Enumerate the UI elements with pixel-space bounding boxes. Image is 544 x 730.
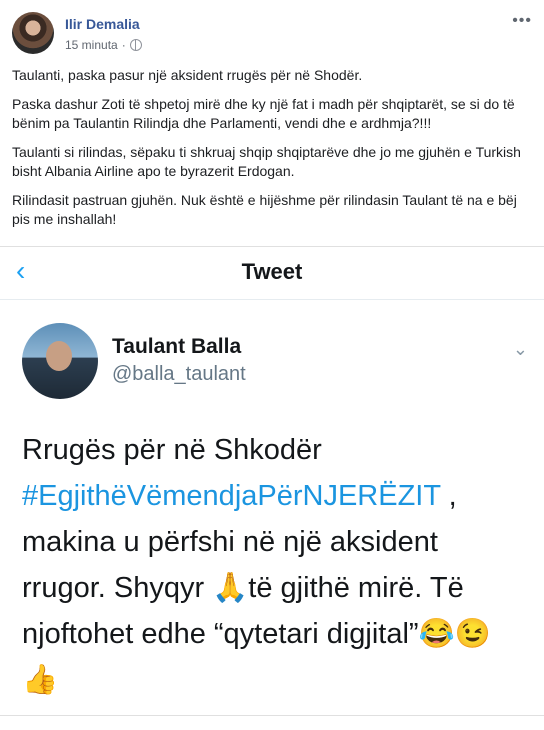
tweet-text: Rrugës për në Shkodër #EgjithëVëmendjaPë…: [22, 427, 522, 703]
divider: [0, 715, 544, 716]
post-time[interactable]: 15 minuta: [65, 38, 118, 52]
more-options-icon[interactable]: •••: [512, 12, 532, 30]
post-paragraph: Rilindasit pastruan gjuhën. Nuk është e …: [12, 192, 517, 227]
author-avatar[interactable]: [12, 12, 54, 54]
post-paragraph: Paska dashur Zoti të shpetoj mirë dhe ky…: [12, 96, 515, 131]
tweet-screenshot[interactable]: ‹ Tweet Taulant Balla @balla_taulant ⌄ R…: [0, 246, 544, 730]
tweet-author-name: Taulant Balla: [112, 335, 242, 358]
chevron-down-icon: ⌄: [512, 339, 528, 359]
post-paragraph: Taulanti, paska pasur një aksident rrugë…: [12, 67, 363, 83]
post-paragraph: Taulanti si rilindas, sëpaku ti shkruaj …: [12, 144, 521, 179]
tweet-text-post: , makina u përfshi në një aksident rrugo…: [22, 480, 491, 696]
tweet-card: Taulant Balla @balla_taulant ⌄ Rrugës pë…: [0, 303, 544, 730]
author-name[interactable]: Ilir Demalia: [65, 16, 140, 32]
tweet-text-pre: Rrugës për në Shkodër: [22, 434, 322, 466]
post-text: Taulanti, paska pasur një aksident rrugë…: [12, 66, 532, 239]
globe-icon: [129, 39, 142, 51]
tweet-header-title: Tweet: [241, 259, 303, 284]
tweet-handle: @balla_taulant: [112, 363, 246, 385]
tweet-header-bar: ‹ Tweet: [0, 247, 544, 300]
tweet-hashtag: #EgjithëVëmendjaPërNJERËZIT: [22, 480, 441, 512]
tweet-avatar: [22, 323, 98, 399]
post-meta: 15 minuta ·: [65, 38, 142, 52]
post-header: Ilir Demalia 15 minuta · •••: [0, 0, 544, 62]
